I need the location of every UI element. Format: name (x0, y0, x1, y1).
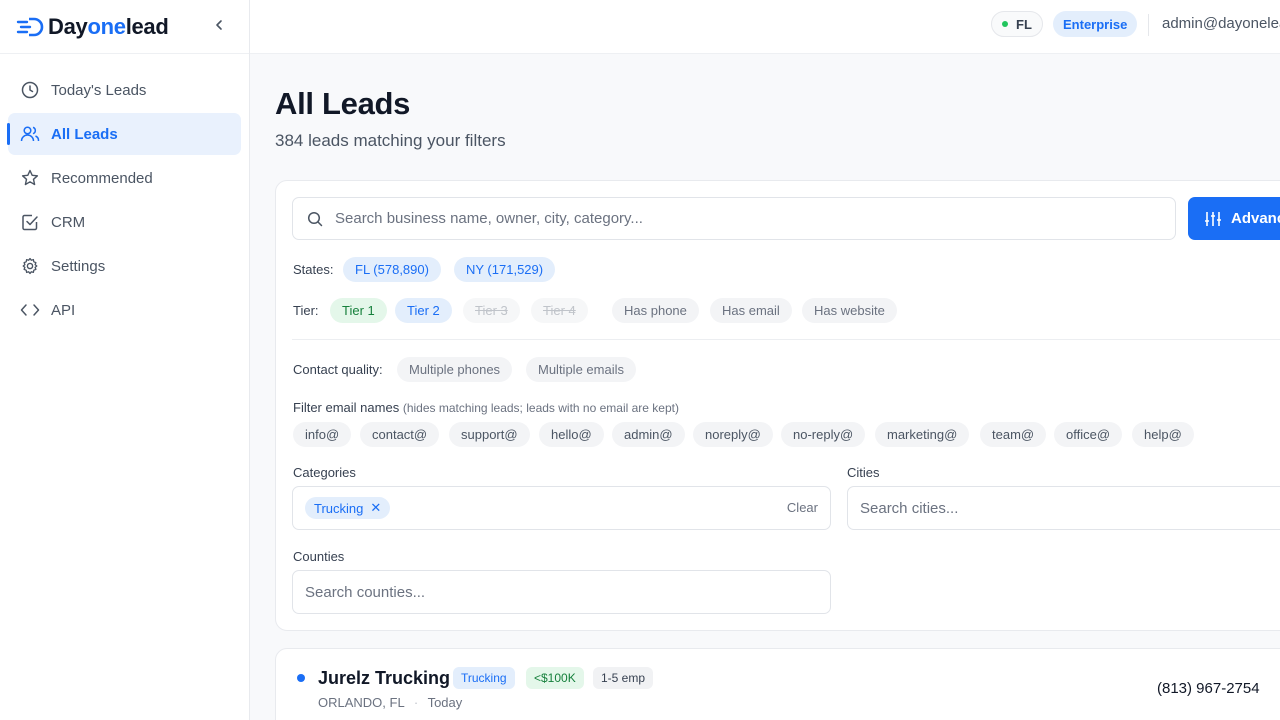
sidebar-item-label: CRM (51, 213, 86, 231)
collapse-sidebar-button[interactable] (210, 14, 228, 36)
multiple-phones-chip[interactable]: Multiple phones (397, 357, 513, 382)
status-dot (1002, 21, 1008, 27)
email-filter-heading: Filter email names (hides matching leads… (293, 400, 679, 415)
revenue-badge: <$100K (526, 667, 584, 689)
state-label: FL (1016, 16, 1032, 32)
sidebar-item-label: API (51, 301, 76, 319)
plan-badge: Enterprise (1053, 11, 1138, 37)
separator: · (413, 695, 419, 710)
has-phone-chip[interactable]: Has phone (612, 298, 699, 323)
categories-field[interactable]: Trucking ✕ Clear (292, 486, 831, 530)
email-name-chip[interactable]: support@ (449, 422, 530, 447)
contact-quality-label: Contact quality: (293, 362, 383, 377)
counties-field[interactable]: Search counties... (292, 570, 831, 614)
email-filter-hint: (hides matching leads; leads with no ema… (402, 401, 679, 415)
sidebar-item-all-leads[interactable]: All Leads (7, 113, 241, 155)
multiple-emails-chip[interactable]: Multiple emails (526, 357, 636, 382)
email-name-chip[interactable]: info@ (293, 422, 352, 447)
lead-added: Today (427, 695, 463, 710)
category-badge: Trucking (453, 667, 515, 689)
divider (1148, 14, 1149, 36)
state-selector[interactable]: FL (991, 11, 1043, 37)
page-subtitle: 384 leads matching your filters (275, 131, 506, 150)
brand-suffix: lead (125, 13, 169, 39)
email-name-chip[interactable]: marketing@ (875, 422, 970, 447)
lead-location: ORLANDO, FL (318, 695, 405, 710)
topbar: FL Enterprise admin@dayonelead (250, 0, 1280, 54)
sidebar-item-recommended[interactable]: Recommended (8, 157, 241, 199)
tier-chip-1[interactable]: Tier 1 (330, 298, 387, 323)
has-website-chip[interactable]: Has website (802, 298, 897, 323)
counties-label: Counties (293, 549, 345, 564)
cities-placeholder: Search cities... (860, 499, 959, 517)
lead-name[interactable]: Jurelz Trucking (318, 668, 450, 689)
lead-location-row: ORLANDO, FL · Today (318, 695, 462, 710)
tier-chip-3[interactable]: Tier 3 (463, 298, 520, 323)
search-box[interactable] (292, 197, 1176, 240)
sidebar-item-settings[interactable]: Settings (8, 245, 241, 287)
chevron-left-icon (216, 20, 222, 30)
sidebar-item-label: Settings (51, 257, 106, 275)
search-icon (307, 211, 323, 226)
employees-badge: 1-5 emp (593, 667, 654, 689)
categories-label: Categories (293, 465, 356, 480)
email-name-chip[interactable]: contact@ (360, 422, 440, 447)
sidebar-item-crm[interactable]: CRM (8, 201, 241, 243)
sidebar-item-todays-leads[interactable]: Today's Leads (8, 69, 241, 111)
filter-panel: Advanced States: FL (578,890) NY (171,52… (275, 180, 1280, 631)
category-tag-label: Trucking (314, 500, 364, 516)
states-label: States: (293, 262, 334, 277)
sidebar-item-label: Today's Leads (51, 81, 147, 99)
tier-chip-2[interactable]: Tier 2 (395, 298, 452, 323)
email-name-chip[interactable]: team@ (980, 422, 1047, 447)
sidebar-item-label: Recommended (51, 169, 153, 187)
counties-placeholder: Search counties... (305, 583, 426, 601)
page-title: All Leads (275, 86, 411, 121)
brand-logo[interactable]: Dayonelead (48, 14, 169, 40)
logo-row: Dayonelead (0, 0, 249, 54)
has-email-chip[interactable]: Has email (710, 298, 792, 323)
checkbox-icon (20, 212, 40, 232)
sidebar-item-label: All Leads (51, 125, 118, 143)
divider (292, 339, 1280, 340)
unread-dot (297, 674, 305, 682)
advanced-label: Advanced (1231, 210, 1280, 227)
code-icon (20, 300, 40, 320)
remove-tag-icon[interactable]: ✕ (370, 500, 381, 516)
email-name-chip[interactable]: admin@ (612, 422, 685, 447)
brand-accent: one (87, 13, 126, 39)
clear-categories-button[interactable]: Clear (787, 500, 818, 515)
advanced-filters-button[interactable]: Advanced (1188, 197, 1280, 240)
state-chip-fl[interactable]: FL (578,890) (343, 257, 441, 282)
lead-card[interactable]: Jurelz Trucking Trucking <$100K 1-5 emp … (275, 648, 1280, 720)
email-name-chip[interactable]: noreply@ (693, 422, 773, 447)
tier-label: Tier: (293, 303, 319, 318)
sliders-icon (1204, 211, 1222, 227)
search-input[interactable] (335, 210, 1115, 227)
email-name-chip[interactable]: help@ (1132, 422, 1194, 447)
gear-icon (20, 256, 40, 276)
email-filter-label: Filter email names (293, 400, 400, 415)
sidebar-nav: Today's Leads All Leads Recommended CRM … (0, 54, 249, 331)
clock-icon (20, 80, 40, 100)
sidebar: Dayonelead Today's Leads All Leads Recom… (0, 0, 250, 720)
brand-prefix: Day (48, 13, 88, 39)
email-name-chip[interactable]: hello@ (539, 422, 604, 447)
logo-icon (16, 17, 44, 36)
category-tag[interactable]: Trucking ✕ (305, 497, 391, 519)
sidebar-item-api[interactable]: API (8, 289, 241, 331)
email-name-chip[interactable]: no-reply@ (781, 422, 866, 447)
cities-label: Cities (847, 465, 880, 480)
cities-field[interactable]: Search cities... (847, 486, 1280, 530)
tier-chip-4[interactable]: Tier 4 (531, 298, 588, 323)
user-email[interactable]: admin@dayonelead (1162, 15, 1280, 32)
email-name-chip[interactable]: office@ (1054, 422, 1123, 447)
lead-phone[interactable]: (813) 967-2754 (1157, 680, 1260, 697)
users-icon (20, 124, 40, 144)
state-chip-ny[interactable]: NY (171,529) (454, 257, 556, 282)
star-icon (20, 168, 40, 188)
